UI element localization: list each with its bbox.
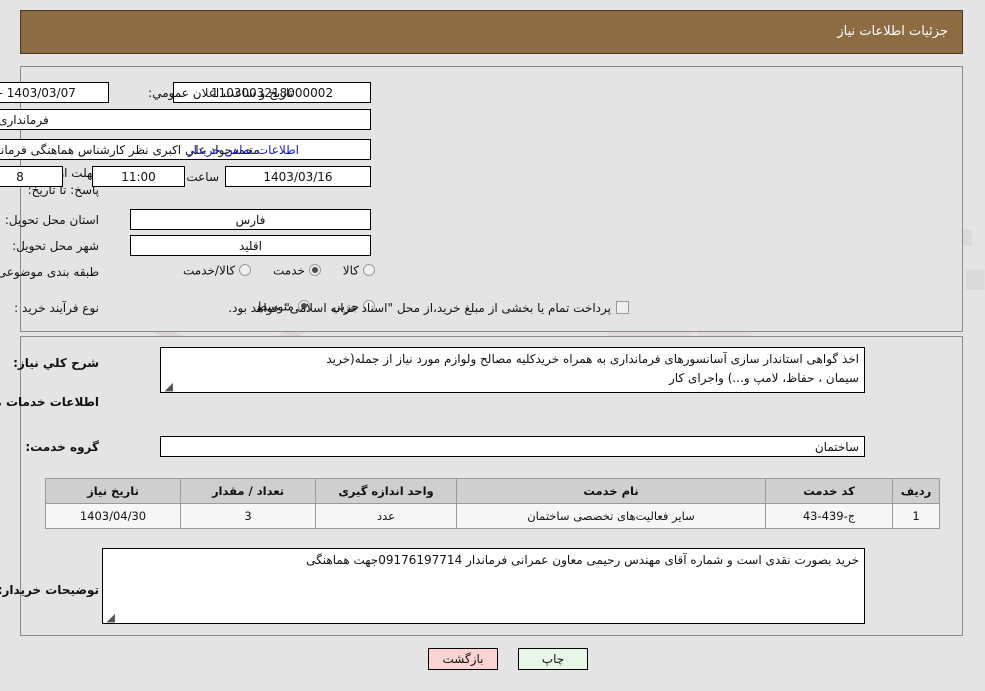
- radio-icon[interactable]: [308, 264, 321, 277]
- remaining-days-field[interactable]: 8: [0, 166, 63, 187]
- service-group-label: گروه خدمت:: [25, 440, 99, 454]
- category-option-2[interactable]: کالا/خدمت: [183, 263, 252, 278]
- category-option-1[interactable]: خدمت: [273, 263, 321, 278]
- cell-need-date: 1403/04/30: [45, 503, 181, 529]
- table-header-quantity: تعداد / مقدار: [180, 478, 316, 504]
- service-group-field[interactable]: ساختمان: [160, 436, 865, 457]
- delivery-city-label: شهر محل تحویل:: [12, 239, 99, 253]
- services-table: ردیف کد خدمت نام خدمت واحد اندازه گیری ت…: [45, 478, 940, 529]
- category-option-0-label: کالا: [342, 263, 359, 278]
- deadline-hour-label: ساعت: [186, 170, 219, 184]
- buyer-contact-link[interactable]: اطلاعات تماس خریدار: [188, 143, 299, 157]
- print-button[interactable]: چاپ: [518, 648, 588, 670]
- buyer-notes-textarea[interactable]: خرید بصورت نقدی است و شماره آقای مهندس ر…: [102, 548, 865, 624]
- delivery-province-label: استان محل تحویل:: [4, 213, 99, 227]
- buyer-org-field[interactable]: فرمانداری اقلید: [0, 109, 371, 130]
- buyer-notes-text: خرید بصورت نقدی است و شماره آقای مهندس ر…: [306, 553, 859, 567]
- need-description-label: شرح کلي نیاز:: [13, 356, 99, 370]
- purchase-process-label: نوع فرآیند خرید :: [14, 301, 99, 315]
- deadline-hour-field[interactable]: 11:00: [92, 166, 185, 187]
- table-header-row-index: ردیف: [892, 478, 940, 504]
- services-section-heading: اطلاعات خدمات مورد نیاز: [0, 395, 99, 409]
- page-title: جزئیات اطلاعات نیاز: [837, 24, 948, 39]
- radio-icon[interactable]: [363, 264, 375, 277]
- category-option-0[interactable]: کالا: [343, 263, 375, 278]
- delivery-province-field[interactable]: فارس: [130, 209, 371, 230]
- request-creator-field[interactable]: محمدجواد علی اکبری نظر کارشناس هماهنگی ف…: [0, 139, 371, 160]
- table-header-service-name: نام خدمت: [456, 478, 766, 504]
- need-description-line-1: اخذ گواهی استاندار سازی آسانسورهای فرمان…: [326, 352, 859, 366]
- deadline-date-field[interactable]: 1403/03/16: [225, 166, 371, 187]
- resize-grip-icon[interactable]: ◢: [163, 381, 173, 392]
- cell-unit: عدد: [315, 503, 457, 529]
- category-radio-group[interactable]: کالا خدمت کالا/خدمت: [165, 263, 375, 278]
- table-header-unit: واحد اندازه گیری: [315, 478, 457, 504]
- cell-quantity: 3: [180, 503, 316, 529]
- need-info-panel: [20, 66, 963, 332]
- cell-service-code: ج-439-43: [765, 503, 893, 529]
- back-button[interactable]: بازگشت: [428, 648, 498, 670]
- need-description-textarea[interactable]: اخذ گواهی استاندار سازی آسانسورهای فرمان…: [160, 347, 865, 393]
- table-row: 1 ج-439-43 سایر فعالیت‌های تخصصی ساختمان…: [45, 503, 940, 529]
- table-header-service-code: کد خدمت: [765, 478, 893, 504]
- resize-grip-icon[interactable]: ◢: [105, 612, 115, 623]
- treasury-checkbox[interactable]: [616, 301, 629, 314]
- cell-row-index: 1: [892, 503, 940, 529]
- need-description-line-2: سیمان ، حفاظ، لامپ و...) واجرای کار: [669, 371, 859, 385]
- announce-datetime-label: تاریخ و ساعت اعلان عمومي:: [148, 86, 293, 100]
- radio-icon[interactable]: [239, 264, 252, 277]
- category-option-1-label: خدمت: [273, 263, 305, 278]
- delivery-city-field[interactable]: اقلید: [130, 235, 371, 256]
- category-option-2-label: کالا/خدمت: [183, 263, 236, 278]
- treasury-checkbox-row[interactable]: پرداخت تمام یا بخشی از مبلغ خرید،از محل …: [228, 301, 629, 315]
- category-label: طبقه بندی موضوعی:: [0, 265, 99, 279]
- treasury-checkbox-label: پرداخت تمام یا بخشی از مبلغ خرید،از محل …: [228, 301, 611, 315]
- cell-service-name: سایر فعالیت‌های تخصصی ساختمان: [456, 503, 766, 529]
- buyer-notes-label: توضیحات خریدار:: [0, 583, 99, 597]
- page-header-bar: جزئیات اطلاعات نیاز: [20, 10, 963, 54]
- announce-datetime-field[interactable]: 1403/03/07 - 12:41: [0, 82, 109, 103]
- table-header-row: ردیف کد خدمت نام خدمت واحد اندازه گیری ت…: [45, 478, 940, 504]
- table-header-need-date: تاریخ نیاز: [45, 478, 181, 504]
